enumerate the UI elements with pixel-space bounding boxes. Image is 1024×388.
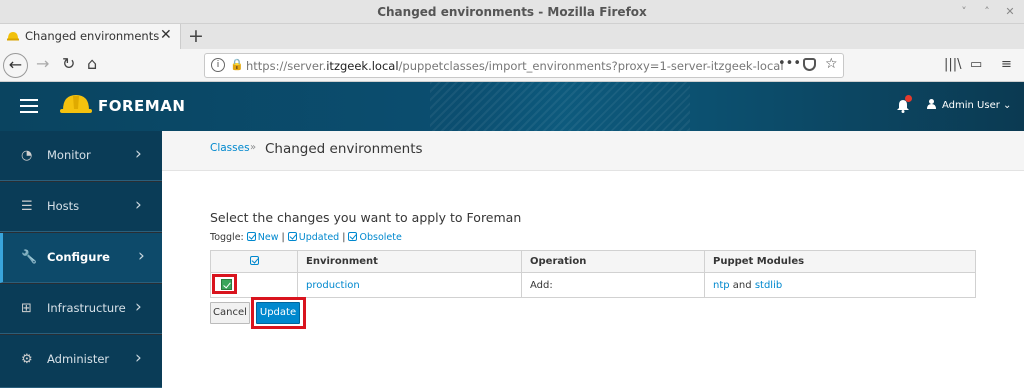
dashboard-icon: ◔: [21, 148, 33, 163]
home-icon[interactable]: ⌂: [87, 54, 97, 73]
chevron-right-icon: ›: [135, 144, 142, 164]
sidebar-item-label: Administer: [47, 352, 110, 366]
app-header: FOREMAN Admin User ⌄: [0, 82, 1024, 131]
url-text: https://server.itzgeek.local/puppetclass…: [246, 59, 784, 73]
sidebar: ◔ Monitor › ☰ Hosts › 🔧 Configure › ⊞ In…: [0, 131, 162, 388]
tab-close-icon[interactable]: ✕: [160, 27, 172, 43]
library-icon[interactable]: |||\: [944, 57, 962, 72]
separator: |: [342, 232, 346, 243]
sitemap-icon: ⊞: [21, 301, 32, 316]
select-all-check-icon[interactable]: [249, 256, 259, 265]
minimize-icon[interactable]: ˅: [958, 5, 970, 18]
pocket-icon[interactable]: [803, 58, 816, 71]
user-icon: [927, 99, 936, 109]
cancel-button[interactable]: Cancel: [210, 302, 250, 324]
and-text: and: [732, 279, 752, 291]
user-menu[interactable]: Admin User ⌄: [927, 99, 1011, 111]
sidebar-item-label: Infrastructure: [47, 301, 126, 315]
operation-cell: Add:: [521, 272, 705, 298]
column-header-operation: Operation: [521, 250, 705, 273]
toggle-obsolete-link[interactable]: Obsolete: [348, 232, 402, 243]
module-link-stdlib[interactable]: stdlib: [755, 280, 782, 291]
bookmark-star-icon[interactable]: ☆: [825, 56, 838, 72]
breadcrumb-separator: »: [250, 142, 257, 153]
sidebar-item-hosts[interactable]: ☰ Hosts ›: [0, 182, 162, 232]
lock-icon: 🔒: [230, 58, 244, 71]
wrench-icon: 🔧: [21, 250, 38, 265]
sidebar-toggle-icon[interactable]: ▭: [970, 57, 982, 72]
foreman-favicon-icon: [7, 32, 19, 41]
sidebar-item-monitor[interactable]: ◔ Monitor ›: [0, 131, 162, 181]
toggle-label: Toggle:: [210, 232, 244, 243]
breadcrumb: Classes » Changed environments: [162, 131, 1024, 171]
foreman-helmet-logo: [60, 95, 92, 113]
window-title: Changed environments - Mozilla Firefox: [377, 5, 647, 19]
brand-name[interactable]: FOREMAN: [98, 97, 185, 115]
sidebar-item-label: Monitor: [47, 148, 91, 162]
chevron-down-icon: ⌄: [1003, 100, 1012, 111]
menu-icon[interactable]: ≡: [1001, 57, 1012, 72]
reload-icon[interactable]: ↻: [62, 54, 75, 73]
gear-icon: ⚙: [21, 352, 33, 367]
browser-tab[interactable]: Changed environments ✕: [0, 24, 181, 49]
forward-icon[interactable]: →: [36, 54, 49, 73]
update-highlight: [251, 297, 306, 329]
url-bar[interactable]: i 🔒 https://server.itzgeek.local/puppetc…: [204, 53, 844, 78]
table-row: production Add: ntp and stdlib: [210, 272, 976, 298]
sidebar-item-configure[interactable]: 🔧 Configure ›: [0, 233, 162, 283]
breadcrumb-link-classes[interactable]: Classes: [210, 142, 250, 154]
check-icon: [287, 232, 297, 241]
page-actions-icon[interactable]: •••: [778, 56, 801, 71]
check-icon: [246, 232, 256, 241]
sidebar-item-label: Hosts: [47, 199, 80, 213]
puppet-modules-cell: ntp and stdlib: [704, 272, 976, 298]
environment-link[interactable]: production: [306, 280, 360, 291]
checkbox-highlight: [212, 274, 237, 294]
column-header-puppet-modules: Puppet Modules: [704, 250, 976, 273]
chevron-right-icon: ›: [135, 348, 142, 368]
sidebar-item-infrastructure[interactable]: ⊞ Infrastructure ›: [0, 284, 162, 334]
user-name: Admin User: [942, 100, 1000, 111]
navigation-bar: ← → ↻ ⌂ i 🔒 https://server.itzgeek.local…: [0, 49, 1024, 82]
sidebar-item-administer[interactable]: ⚙ Administer ›: [0, 335, 162, 388]
table-header-row: Environment Operation Puppet Modules: [210, 250, 976, 273]
select-all-header[interactable]: [210, 250, 298, 273]
module-link-ntp[interactable]: ntp: [713, 280, 730, 291]
close-icon[interactable]: ✕: [1004, 5, 1016, 18]
page-title: Changed environments: [265, 141, 423, 157]
maximize-icon[interactable]: ˄: [981, 5, 993, 18]
back-icon[interactable]: ←: [3, 53, 28, 78]
new-tab-icon[interactable]: +: [188, 25, 204, 47]
environment-cell: production: [297, 272, 522, 298]
chevron-right-icon: ›: [135, 297, 142, 317]
separator: |: [281, 232, 285, 243]
chevron-right-icon: ›: [135, 195, 142, 215]
environments-table: Environment Operation Puppet Modules pro…: [210, 250, 976, 298]
hamburger-menu-icon[interactable]: [20, 99, 38, 113]
header-pattern: [430, 82, 690, 131]
column-header-environment: Environment: [297, 250, 522, 273]
chevron-right-icon: ›: [138, 246, 145, 266]
server-icon: ☰: [21, 199, 33, 214]
instruction-text: Select the changes you want to apply to …: [210, 210, 522, 225]
info-icon[interactable]: i: [211, 58, 225, 72]
window-titlebar: Changed environments - Mozilla Firefox ˅…: [0, 0, 1024, 24]
notification-dot: [905, 95, 912, 102]
toggle-updated-link[interactable]: Updated: [287, 232, 339, 243]
notification-bell-icon[interactable]: [897, 95, 912, 113]
toggle-row: Toggle: New | Updated | Obsolete: [210, 232, 402, 243]
tab-label: Changed environments: [25, 29, 160, 43]
check-icon: [348, 232, 358, 241]
sidebar-item-label: Configure: [47, 250, 110, 264]
tab-bar: Changed environments ✕ +: [0, 24, 1024, 49]
toggle-new-link[interactable]: New: [246, 232, 279, 243]
